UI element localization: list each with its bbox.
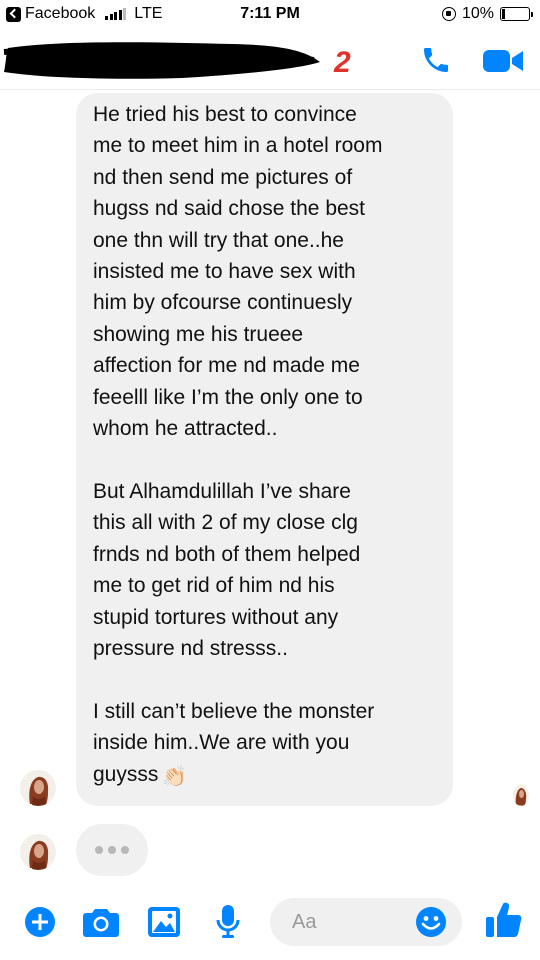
phone-call-icon[interactable] xyxy=(420,44,452,76)
message-input-placeholder: Aa xyxy=(292,911,317,933)
message-line: I still can’t believe the monster xyxy=(93,700,375,723)
typing-sender-avatar[interactable] xyxy=(20,834,56,870)
message-line: guysss xyxy=(93,762,159,786)
orientation-lock-icon xyxy=(441,7,456,21)
message-line: one thn will try that one..he xyxy=(93,228,344,252)
battery-percent: 10% xyxy=(461,5,494,22)
sender-avatar[interactable] xyxy=(20,770,56,806)
annotation-number: 2 xyxy=(334,46,351,79)
microphone-icon[interactable] xyxy=(215,904,241,940)
battery-icon xyxy=(500,7,533,21)
message-line: hugss nd said chose the best xyxy=(93,197,366,221)
image-icon[interactable] xyxy=(147,906,181,938)
emoji-icon[interactable] xyxy=(415,906,447,938)
message-line: pressure nd stresss.. xyxy=(93,637,288,661)
thumbs-up-icon[interactable] xyxy=(484,900,524,940)
message-line: feeelll like I’m the only one to xyxy=(93,385,363,409)
seen-receipt-avatar xyxy=(513,784,529,806)
clapping-hands-emoji: 👏🏻 xyxy=(162,765,188,788)
message-line: me to get rid of him nd his xyxy=(93,574,335,598)
message-line: frnds nd both of them helped xyxy=(93,542,361,566)
message-line: stupid tortures without any xyxy=(93,605,339,629)
plus-icon[interactable] xyxy=(24,906,56,938)
conversation-header: 2 xyxy=(0,30,540,90)
video-call-icon[interactable] xyxy=(483,49,525,73)
typing-indicator xyxy=(76,824,148,876)
message-line: nd then send me pictures of xyxy=(93,165,353,189)
message-paragraph: He tried his best to convince me to meet … xyxy=(93,99,449,444)
message-paragraph: I still can’t believe the monster inside … xyxy=(93,696,449,793)
message-line: this all with 2 of my close clg xyxy=(93,511,358,535)
message-line: whom he attracted.. xyxy=(93,417,278,441)
message-line: inside him..We are with you xyxy=(93,731,350,755)
message-line: affection for me nd made me xyxy=(93,354,360,378)
message-bubble[interactable]: He tried his best to convince me to meet … xyxy=(76,93,453,806)
typing-dot xyxy=(121,846,129,854)
typing-dot xyxy=(108,846,116,854)
message-line: showing me his trueee xyxy=(93,322,304,346)
status-bar: Facebook LTE 7:11 PM 10% xyxy=(0,0,540,30)
composer-bar: Aa xyxy=(0,888,540,960)
message-line: him by ofcourse continuesly xyxy=(93,291,353,315)
typing-dot xyxy=(95,846,103,854)
message-line: insisted me to have sex with xyxy=(93,260,356,284)
message-line: But Alhamdulillah I’ve share xyxy=(93,480,351,503)
message-line: He tried his best to convince xyxy=(93,103,357,126)
message-paragraph: But Alhamdulillah I’ve share this all wit… xyxy=(93,476,449,664)
redacted-contact-name xyxy=(3,42,320,79)
message-line: me to meet him in a hotel room xyxy=(93,134,383,158)
battery-fill xyxy=(502,9,505,19)
camera-icon[interactable] xyxy=(83,907,119,937)
